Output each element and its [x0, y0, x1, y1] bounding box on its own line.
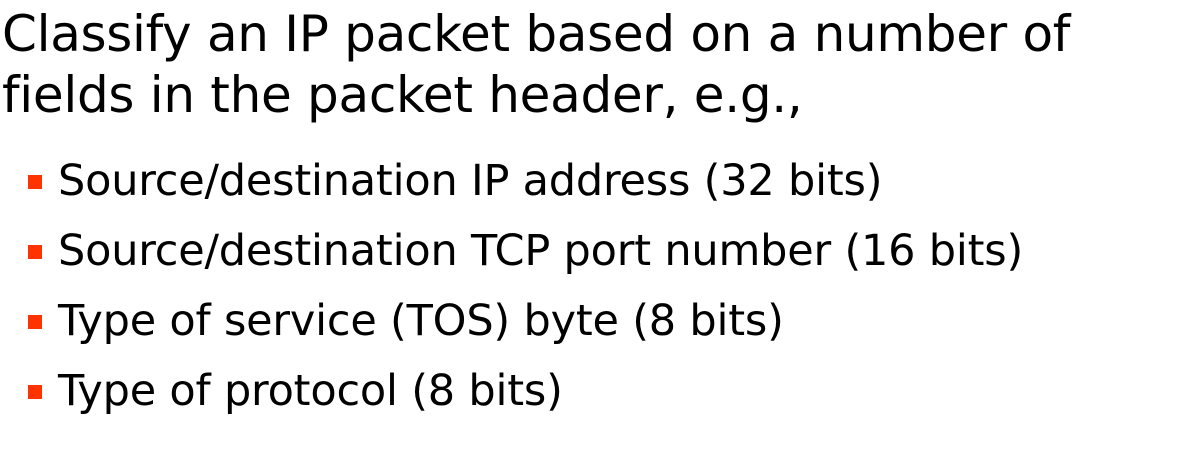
bullet-text: Source/destination IP address (32 bits) — [58, 156, 883, 206]
bullet-text: Type of protocol (8 bits) — [58, 366, 563, 416]
square-bullet-icon — [28, 175, 42, 189]
bullet-text: Source/destination TCP port number (16 b… — [58, 226, 1024, 276]
square-bullet-icon — [28, 385, 42, 399]
intro-line-2: fields in the packet header, e.g., — [2, 66, 803, 124]
square-bullet-icon — [28, 315, 42, 329]
intro-line-1: Classify an IP packet based on a number … — [2, 5, 1071, 63]
slide: Classify an IP packet based on a number … — [0, 0, 1191, 476]
bullet-text: Type of service (TOS) byte (8 bits) — [58, 296, 784, 346]
square-bullet-icon — [28, 245, 42, 259]
intro-paragraph: Classify an IP packet based on a number … — [2, 4, 1070, 126]
